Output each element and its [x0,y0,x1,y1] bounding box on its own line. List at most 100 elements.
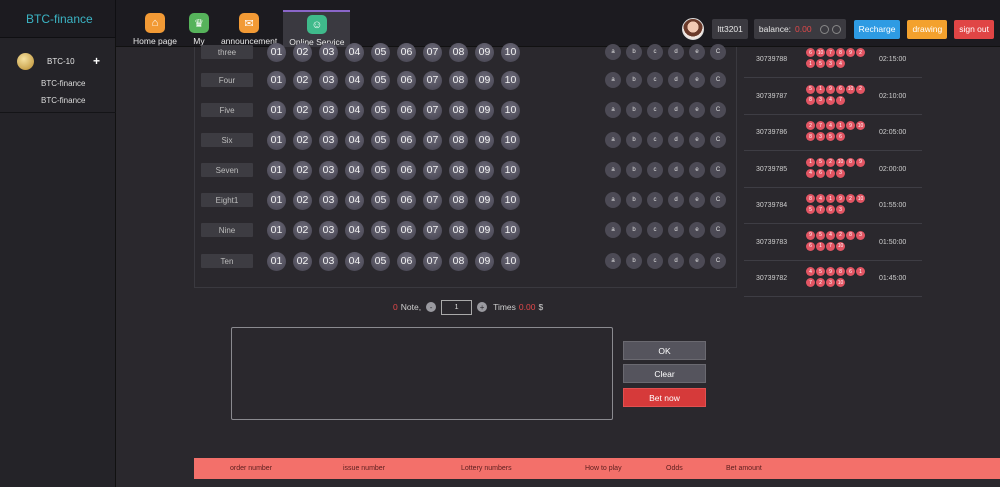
quick-pick-button[interactable]: e [689,44,705,60]
number-ball[interactable]: 02 [293,190,312,210]
number-ball[interactable]: 02 [293,70,312,90]
number-ball[interactable]: 05 [371,190,390,210]
number-ball[interactable]: 05 [371,220,390,240]
number-ball[interactable]: 04 [345,190,364,210]
number-ball[interactable]: 09 [475,220,494,240]
quick-pick-button[interactable]: C [710,192,726,208]
quick-pick-button[interactable]: d [668,72,684,88]
number-ball[interactable]: 04 [345,130,364,150]
number-ball[interactable]: 06 [397,42,416,62]
number-ball[interactable]: 10 [501,42,520,62]
quick-pick-button[interactable]: d [668,222,684,238]
quick-pick-button[interactable]: a [605,162,621,178]
number-ball[interactable]: 04 [345,160,364,180]
number-ball[interactable]: 08 [449,220,468,240]
quick-pick-button[interactable]: d [668,102,684,118]
quick-pick-button[interactable]: c [647,162,663,178]
quick-pick-button[interactable]: e [689,162,705,178]
number-ball[interactable]: 09 [475,130,494,150]
number-ball[interactable]: 06 [397,220,416,240]
number-ball[interactable]: 04 [345,42,364,62]
number-ball[interactable]: 01 [267,160,286,180]
quick-pick-button[interactable]: C [710,222,726,238]
sidebar-item-btc-finance[interactable]: BTC-finance [41,79,85,88]
quick-pick-button[interactable]: a [605,132,621,148]
quick-pick-button[interactable]: a [605,72,621,88]
recharge-button[interactable]: Recharge [853,19,901,39]
quick-pick-button[interactable]: b [626,44,642,60]
quick-pick-button[interactable]: a [605,222,621,238]
quick-pick-button[interactable]: e [689,192,705,208]
number-ball[interactable]: 02 [293,251,312,271]
brand-logo[interactable]: BTC-finance [0,0,116,38]
number-ball[interactable]: 10 [501,130,520,150]
quick-pick-button[interactable]: b [626,222,642,238]
number-ball[interactable]: 02 [293,160,312,180]
nav-item-home-page[interactable]: ⌂ Home page [127,10,183,47]
number-ball[interactable]: 03 [319,160,338,180]
quick-pick-button[interactable]: b [626,253,642,269]
number-ball[interactable]: 02 [293,220,312,240]
quick-pick-button[interactable]: c [647,192,663,208]
quick-pick-button[interactable]: b [626,192,642,208]
decrease-button[interactable]: - [426,302,437,312]
number-ball[interactable]: 09 [475,70,494,90]
number-ball[interactable]: 08 [449,251,468,271]
number-ball[interactable]: 07 [423,70,442,90]
number-ball[interactable]: 01 [267,251,286,271]
number-ball[interactable]: 05 [371,130,390,150]
clear-button[interactable]: Clear [623,364,706,383]
number-ball[interactable]: 08 [449,100,468,120]
quick-pick-button[interactable]: b [626,72,642,88]
quick-pick-button[interactable]: C [710,162,726,178]
quick-pick-button[interactable]: d [668,132,684,148]
quick-pick-button[interactable]: C [710,102,726,118]
number-ball[interactable]: 04 [345,251,364,271]
number-ball[interactable]: 02 [293,100,312,120]
number-ball[interactable]: 05 [371,70,390,90]
number-ball[interactable]: 03 [319,130,338,150]
number-ball[interactable]: 01 [267,42,286,62]
number-ball[interactable]: 07 [423,130,442,150]
quick-pick-button[interactable]: C [710,253,726,269]
quick-pick-button[interactable]: c [647,222,663,238]
number-ball[interactable]: 08 [449,130,468,150]
number-ball[interactable]: 02 [293,130,312,150]
sign-out-button[interactable]: sign out [954,19,994,39]
number-ball[interactable]: 03 [319,42,338,62]
quick-pick-button[interactable]: d [668,162,684,178]
sidebar-game-title[interactable]: BTC-10 [47,57,75,66]
number-ball[interactable]: 06 [397,130,416,150]
quick-pick-button[interactable]: e [689,132,705,148]
number-ball[interactable]: 10 [501,70,520,90]
quick-pick-button[interactable]: C [710,44,726,60]
nav-item-online-service[interactable]: ☺ Online Service [283,10,351,47]
number-ball[interactable]: 06 [397,251,416,271]
number-ball[interactable]: 01 [267,190,286,210]
expand-plus-icon[interactable]: + [93,54,100,68]
number-ball[interactable]: 06 [397,70,416,90]
number-ball[interactable]: 03 [319,100,338,120]
number-ball[interactable]: 05 [371,100,390,120]
number-ball[interactable]: 03 [319,220,338,240]
number-ball[interactable]: 07 [423,160,442,180]
quick-pick-button[interactable]: a [605,253,621,269]
number-ball[interactable]: 01 [267,70,286,90]
number-ball[interactable]: 02 [293,42,312,62]
number-ball[interactable]: 01 [267,100,286,120]
number-ball[interactable]: 08 [449,42,468,62]
number-ball[interactable]: 04 [345,100,364,120]
number-ball[interactable]: 06 [397,160,416,180]
quick-pick-button[interactable]: b [626,132,642,148]
number-ball[interactable]: 05 [371,160,390,180]
number-ball[interactable]: 10 [501,160,520,180]
bet-now-button[interactable]: Bet now [623,388,706,407]
number-ball[interactable]: 05 [371,251,390,271]
ok-button[interactable]: OK [623,341,706,360]
quick-pick-button[interactable]: c [647,72,663,88]
avatar[interactable] [682,18,705,40]
number-ball[interactable]: 01 [267,130,286,150]
increase-button[interactable]: + [477,302,488,312]
quick-pick-button[interactable]: b [626,162,642,178]
number-ball[interactable]: 03 [319,70,338,90]
